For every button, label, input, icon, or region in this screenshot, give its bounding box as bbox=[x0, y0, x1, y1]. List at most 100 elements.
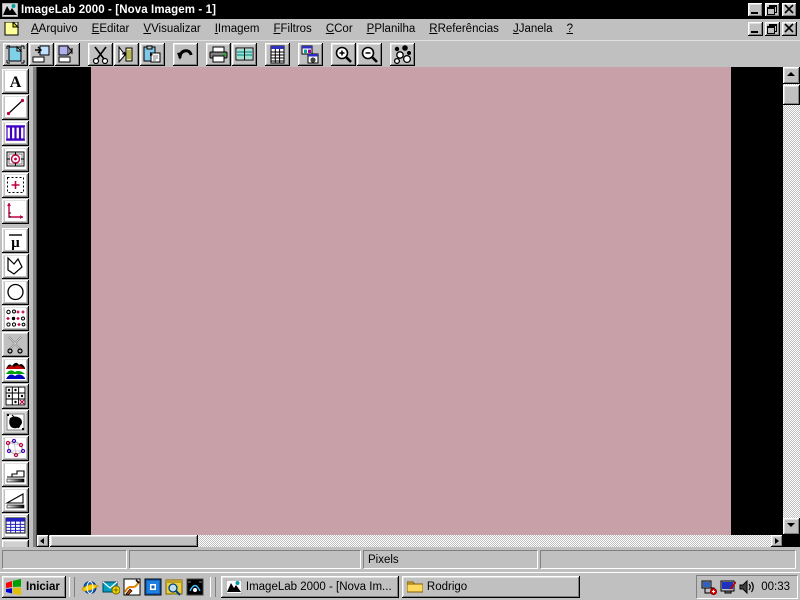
internet-explorer-icon[interactable] bbox=[81, 578, 99, 596]
tool-target[interactable] bbox=[2, 147, 29, 172]
taskbar-grip-2[interactable] bbox=[209, 576, 216, 597]
scroll-left-button[interactable] bbox=[37, 535, 49, 547]
particles-icon bbox=[393, 44, 412, 64]
menu-visualizar[interactable]: VVisualizar bbox=[136, 21, 207, 38]
print-button[interactable] bbox=[206, 42, 231, 66]
channels-icon[interactable] bbox=[186, 578, 204, 596]
menu-arquivo-label: Arquivo bbox=[38, 22, 78, 35]
target-icon bbox=[6, 151, 25, 167]
hscroll-thumb[interactable] bbox=[50, 535, 198, 547]
save-image-button[interactable] bbox=[55, 42, 80, 66]
cut-button[interactable] bbox=[88, 42, 113, 66]
menu-planilha[interactable]: PPlanilha bbox=[360, 21, 423, 38]
tool-polygon[interactable] bbox=[2, 254, 29, 279]
axes-icon bbox=[7, 203, 23, 219]
close-button[interactable] bbox=[782, 2, 797, 17]
document-icon[interactable] bbox=[4, 20, 20, 36]
tool-point-marker[interactable] bbox=[2, 173, 29, 198]
network-icon[interactable] bbox=[701, 579, 718, 595]
open-image-button[interactable] bbox=[29, 42, 54, 66]
restore-button[interactable] bbox=[765, 2, 780, 17]
menu-help[interactable]: ? bbox=[560, 21, 580, 38]
menu-referencias[interactable]: RReferências bbox=[422, 21, 506, 38]
horizontal-scrollbar[interactable] bbox=[37, 535, 783, 547]
menu-editar[interactable]: EEditar bbox=[85, 21, 137, 38]
start-button-label: Iniciar bbox=[26, 580, 60, 593]
spreadsheet-button[interactable] bbox=[232, 42, 257, 66]
paste-button[interactable] bbox=[140, 42, 165, 66]
tool-gradient-step[interactable] bbox=[2, 462, 29, 487]
circle-icon bbox=[7, 283, 24, 301]
volume-speaker-icon[interactable] bbox=[739, 579, 755, 595]
tool-bars[interactable] bbox=[2, 121, 29, 146]
arrange-windows-button[interactable] bbox=[298, 42, 323, 66]
point-marker-icon bbox=[7, 177, 24, 193]
menu-arquivo[interactable]: AArquivo bbox=[24, 21, 85, 38]
image-canvas-background[interactable] bbox=[37, 67, 783, 535]
node-network-icon bbox=[5, 438, 26, 458]
display-icon[interactable] bbox=[720, 579, 737, 595]
ramp-gradient-icon bbox=[5, 493, 25, 509]
particles-button[interactable] bbox=[390, 42, 415, 66]
tool-cut-region[interactable] bbox=[2, 332, 29, 357]
window-controls bbox=[748, 2, 797, 17]
scissors-icon bbox=[92, 46, 109, 64]
taskbar: Iniciar ImageLab 2000 - [Nova Im... Rodr… bbox=[0, 572, 800, 600]
menu-janela[interactable]: JJanela bbox=[506, 21, 560, 38]
menu-referencias-label: Referências bbox=[437, 22, 499, 35]
tool-circle[interactable] bbox=[2, 280, 29, 305]
tool-axes[interactable] bbox=[2, 199, 29, 224]
open-folder-icon bbox=[32, 45, 50, 62]
child-minimize-button[interactable] bbox=[748, 22, 763, 36]
tool-line[interactable] bbox=[2, 95, 29, 120]
menubar: AArquivo EEditar VVisualizar IImagem FFi… bbox=[0, 19, 800, 40]
vertical-scrollbar[interactable] bbox=[783, 67, 800, 535]
find-magnifier-icon[interactable] bbox=[165, 578, 183, 596]
tool-gradient-ramp[interactable] bbox=[2, 488, 29, 513]
vscroll-thumb[interactable] bbox=[783, 85, 800, 105]
paint-brush-icon[interactable] bbox=[123, 578, 141, 596]
matrix-grid-icon bbox=[5, 386, 26, 406]
scroll-down-button[interactable] bbox=[783, 518, 800, 535]
imagelab-icon bbox=[1, 2, 19, 17]
step-gradient-icon bbox=[6, 470, 25, 483]
tool-micron-scale[interactable]: µ bbox=[2, 228, 29, 253]
child-close-button[interactable] bbox=[782, 22, 797, 36]
child-restore-button[interactable] bbox=[765, 22, 780, 36]
taskbar-grip-1[interactable] bbox=[68, 576, 75, 597]
clipboard-icon bbox=[143, 45, 161, 62]
task-rodrigo[interactable]: Rodrigo bbox=[401, 575, 580, 598]
blob-threshold-icon bbox=[5, 412, 26, 432]
zoom-in-button[interactable] bbox=[331, 42, 356, 66]
minimize-button[interactable] bbox=[748, 2, 763, 17]
micrograph-image[interactable] bbox=[91, 67, 731, 535]
tool-matrix[interactable] bbox=[2, 384, 29, 409]
tool-histogram-rgb[interactable] bbox=[2, 358, 29, 383]
show-desktop-icon[interactable] bbox=[144, 578, 162, 596]
menu-filtros[interactable]: FFiltros bbox=[266, 21, 318, 38]
tool-table[interactable] bbox=[2, 514, 29, 539]
tool-network[interactable] bbox=[2, 436, 29, 461]
tool-count-particles[interactable] bbox=[2, 306, 29, 331]
window-titlebar[interactable]: ImageLab 2000 - [Nova Imagem - 1] bbox=[0, 0, 800, 19]
vscroll-track[interactable] bbox=[783, 84, 800, 518]
scroll-up-button[interactable] bbox=[783, 67, 800, 84]
start-button[interactable]: Iniciar bbox=[2, 575, 66, 598]
menu-help-label: ? bbox=[566, 22, 573, 35]
tool-text[interactable]: A bbox=[2, 69, 29, 94]
task-imagelab-label: ImageLab 2000 - [Nova Im... bbox=[245, 580, 392, 593]
zoom-out-button[interactable] bbox=[357, 42, 382, 66]
grid-button[interactable] bbox=[265, 42, 290, 66]
task-imagelab[interactable]: ImageLab 2000 - [Nova Im... bbox=[220, 575, 399, 598]
taskbar-clock[interactable]: 00:33 bbox=[758, 581, 793, 593]
menu-editar-label: Editar bbox=[99, 22, 130, 35]
scroll-right-button[interactable] bbox=[771, 535, 783, 547]
spreadsheet-icon bbox=[235, 47, 254, 60]
tool-blob[interactable] bbox=[2, 410, 29, 435]
undo-button[interactable] bbox=[173, 42, 198, 66]
copy-button[interactable] bbox=[114, 42, 139, 66]
outlook-express-icon[interactable] bbox=[102, 578, 121, 596]
menu-imagem[interactable]: IImagem bbox=[208, 21, 267, 38]
menu-cor[interactable]: CCor bbox=[319, 21, 360, 38]
new-image-button[interactable] bbox=[3, 42, 28, 66]
